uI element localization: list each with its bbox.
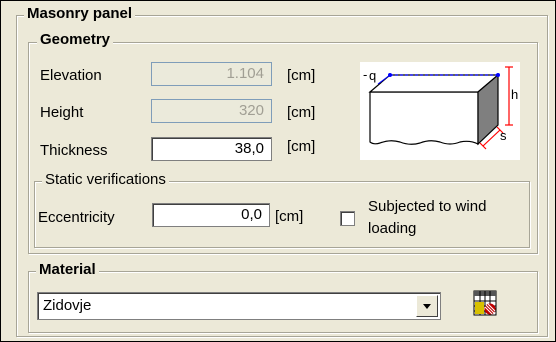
svg-text:-: - (363, 67, 367, 82)
wind-loading-checkbox[interactable] (340, 211, 355, 226)
eccentricity-label: Eccentricity (38, 209, 115, 226)
material-selected-value: Zidovje (43, 297, 92, 314)
elevation-unit: [cm] (287, 67, 316, 84)
geometry-title: Geometry (37, 31, 114, 48)
height-field: 320 (151, 99, 272, 123)
geometry-diagram: - q h s (360, 62, 520, 160)
material-dropdown-button[interactable] (416, 295, 438, 317)
material-database-button[interactable] (473, 290, 499, 322)
elevation-label: Elevation (40, 67, 102, 84)
masonry-block-illustration: - q h s (363, 66, 518, 150)
elevation-field: 1.104 (151, 62, 272, 86)
h-label: h (511, 87, 518, 102)
masonry-panel-title: Masonry panel (24, 5, 136, 22)
static-verifications-title: Static verifications (42, 171, 169, 188)
material-database-icon (473, 290, 497, 316)
material-title: Material (36, 261, 99, 278)
thickness-field[interactable]: 38,0 (151, 137, 272, 161)
eccentricity-field[interactable]: 0,0 (152, 203, 270, 227)
material-select[interactable]: Zidovje (37, 292, 441, 320)
height-unit: [cm] (287, 104, 316, 121)
eccentricity-unit: [cm] (275, 208, 304, 225)
height-label: Height (40, 104, 84, 121)
thickness-unit: [cm] (287, 138, 316, 155)
s-label: s (500, 128, 507, 143)
wind-loading-label-line1: Subjected to wind (368, 198, 487, 215)
chevron-down-icon (423, 304, 431, 309)
thickness-label: Thickness (40, 142, 108, 159)
wind-loading-label-line2: loading (368, 220, 417, 237)
q-label: q (369, 68, 376, 83)
